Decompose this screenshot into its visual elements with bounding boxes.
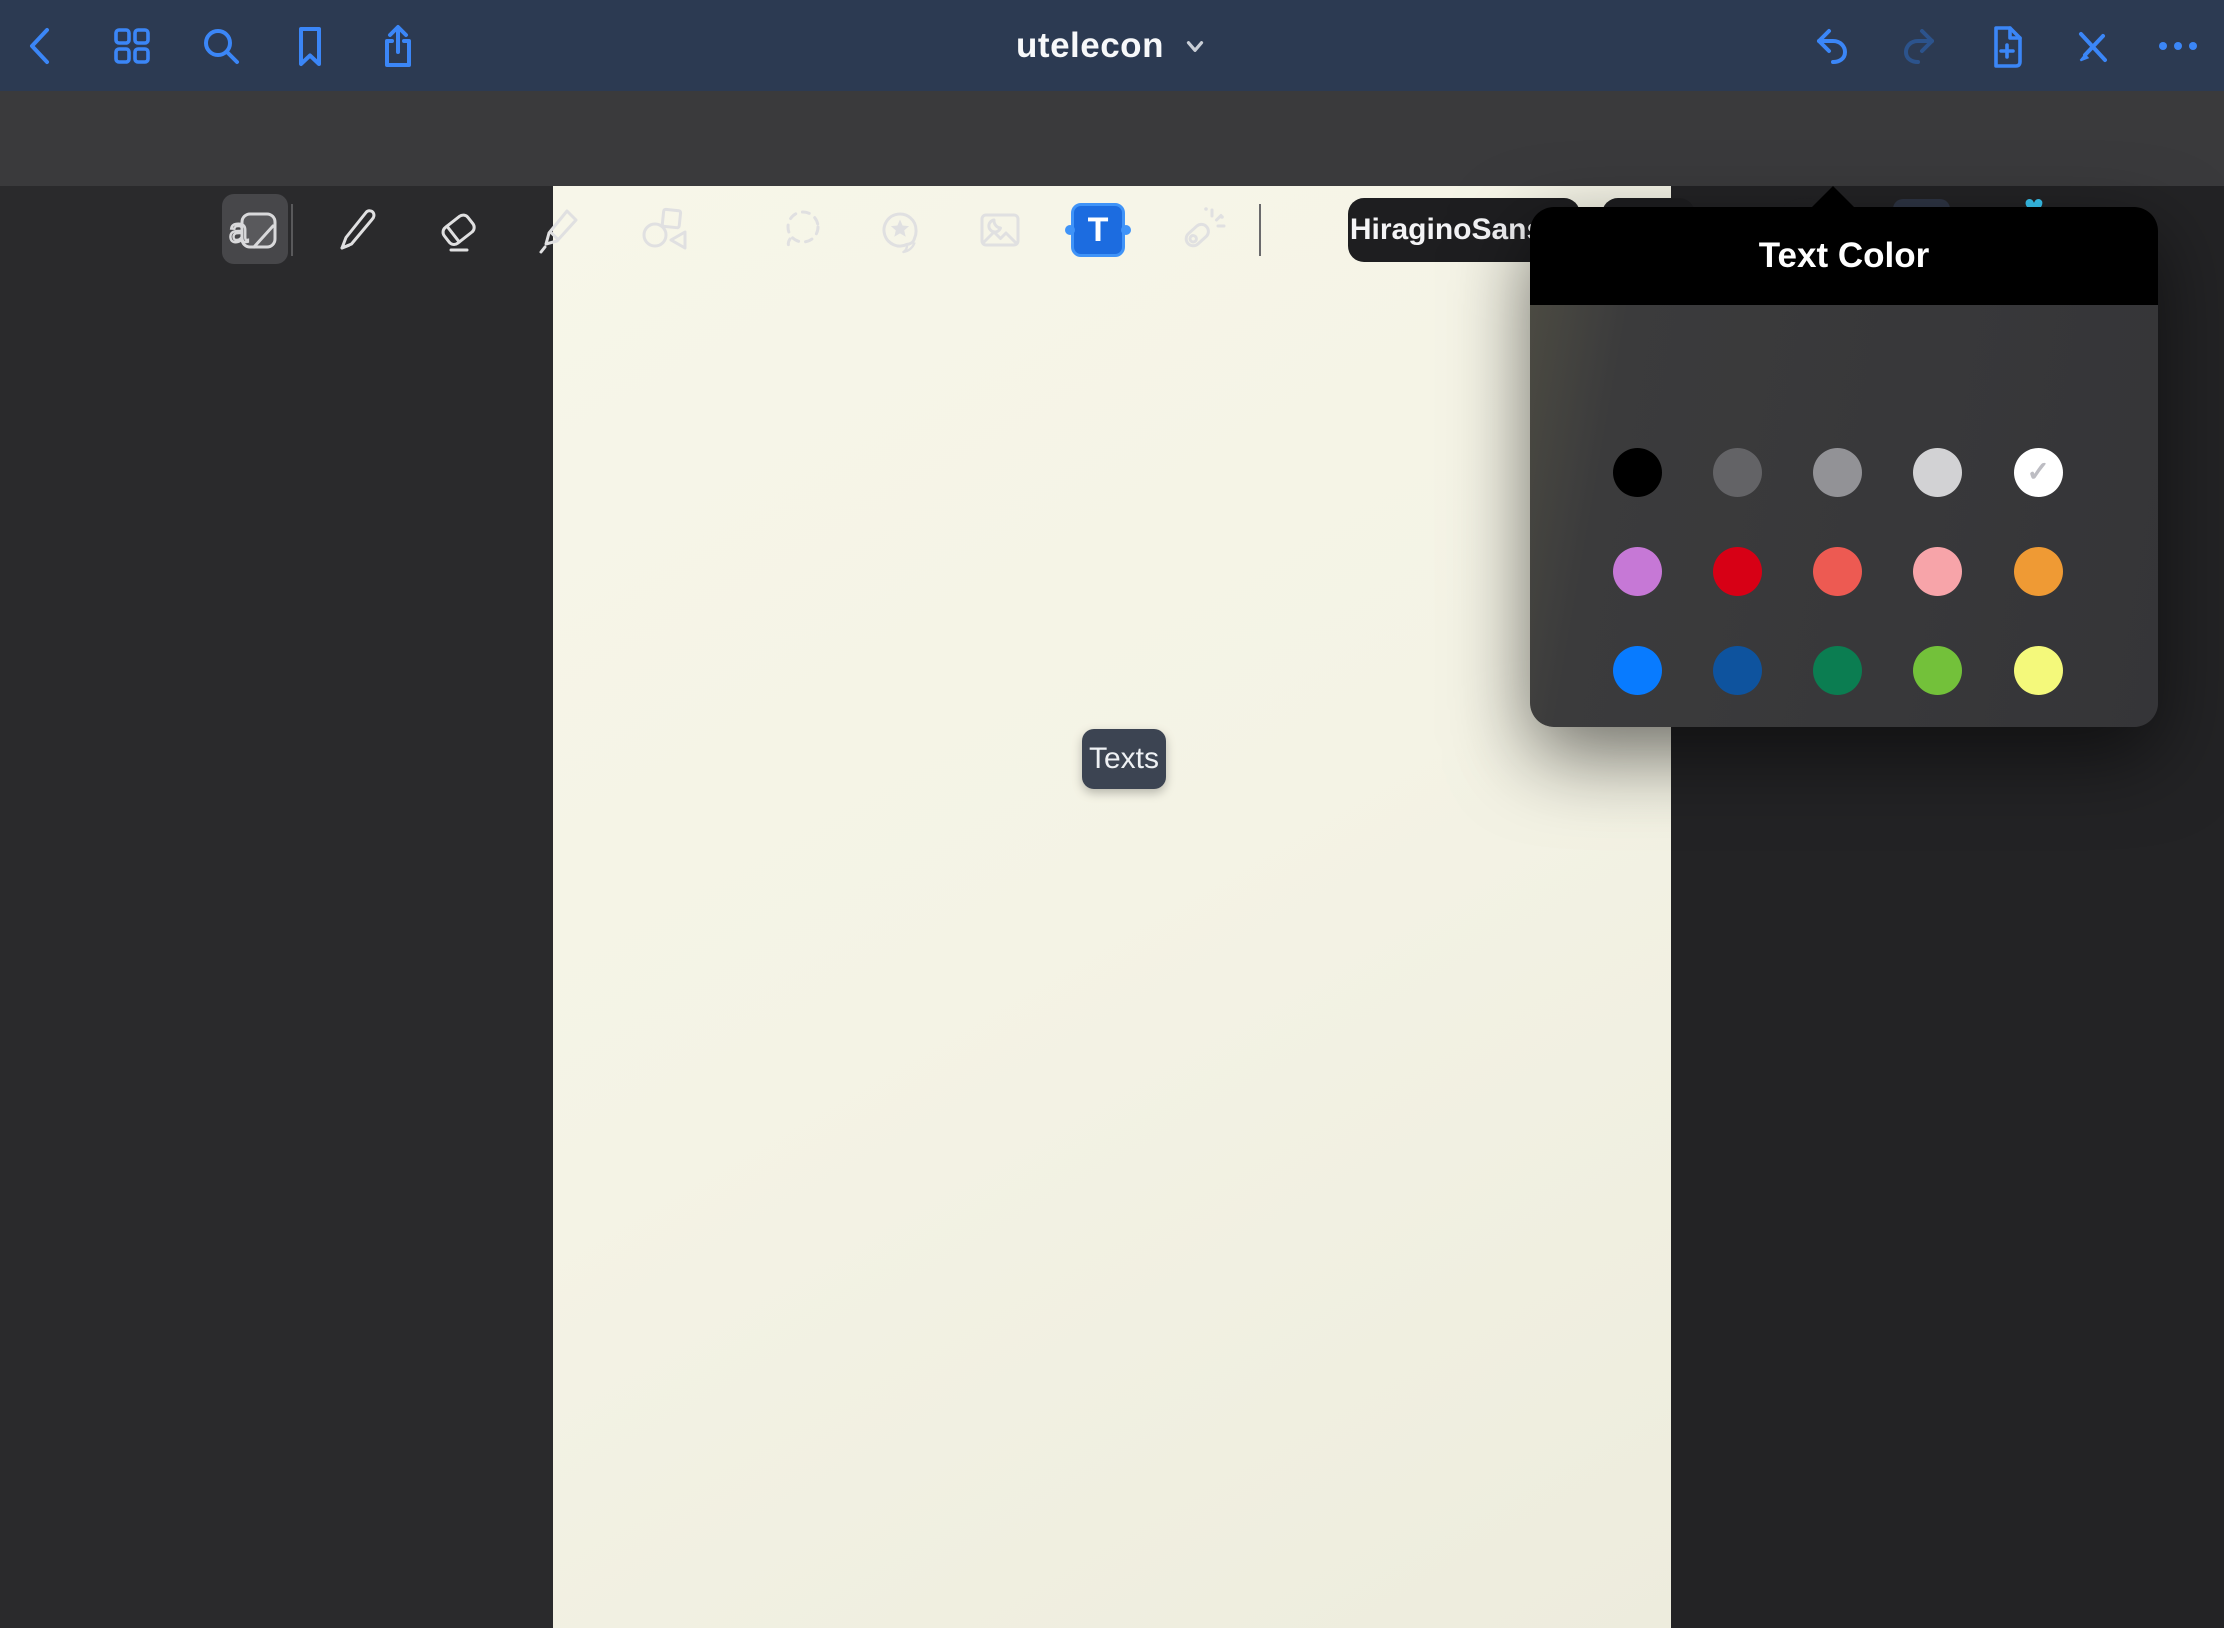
document-title: utelecon: [1016, 26, 1164, 66]
lasso-icon: [776, 203, 830, 257]
undo-button[interactable]: [1806, 22, 1854, 70]
chevron-down-icon: [1182, 33, 1208, 59]
selected-object-label: Texts: [1082, 729, 1166, 789]
highlighter-tool-button[interactable]: [533, 203, 587, 257]
goodnotes-window: utelecon: [0, 0, 2224, 1628]
highlighter-icon: [533, 203, 587, 257]
toolbar-divider: [1259, 204, 1261, 256]
canvas-background-left: [0, 186, 553, 1628]
pen-tool-button[interactable]: [328, 203, 382, 257]
popover-title: Text Color: [1759, 236, 1929, 276]
pen-icon: [328, 203, 382, 257]
color-swatch-gray[interactable]: [1813, 448, 1862, 497]
color-swatch-light-green[interactable]: [1913, 646, 1962, 695]
add-page-button[interactable]: [1981, 22, 2029, 70]
popover-arrow: [1811, 186, 1855, 208]
color-swatch-green[interactable]: [1813, 646, 1862, 695]
notebook-page[interactable]: [553, 186, 1671, 1628]
color-swatch-blue[interactable]: [1613, 646, 1662, 695]
popover-body: ✓ PresetsCustom: [1530, 305, 2158, 727]
laser-pointer-tool-button[interactable]: [1170, 203, 1224, 257]
shapes-tool-button[interactable]: [636, 203, 690, 257]
popover-header: Text Color: [1530, 207, 2158, 305]
selection-handle-left: [1065, 225, 1075, 235]
add-page-icon: [1981, 22, 2029, 70]
shapes-icon: [636, 203, 690, 257]
document-edit-mode-button[interactable]: a: [227, 203, 281, 257]
text-color-popover: Text Color ✓ PresetsCustom: [1530, 207, 2158, 727]
color-swatch-orange[interactable]: [2014, 547, 2063, 596]
color-swatch-yellow[interactable]: [2014, 646, 2063, 695]
tool-bar: a: [0, 91, 2224, 186]
image-icon: [973, 203, 1027, 257]
eraser-tool-button[interactable]: [431, 203, 485, 257]
selected-check-icon: ✓: [2026, 458, 2049, 486]
stop-editing-button[interactable]: [2068, 22, 2116, 70]
redo-icon: [1893, 22, 1941, 70]
selection-handle-right: [1121, 225, 1131, 235]
color-swatch-navy-blue[interactable]: [1713, 646, 1762, 695]
redo-button[interactable]: [1893, 22, 1941, 70]
document-title-button[interactable]: utelecon: [0, 0, 2224, 91]
toolbar-divider: [291, 204, 293, 256]
eraser-icon: [431, 203, 485, 257]
ellipsis-icon: [2154, 22, 2202, 70]
color-swatch-dark-gray[interactable]: [1713, 448, 1762, 497]
sticker-star-icon: [873, 203, 927, 257]
pen-cross-icon: [2068, 22, 2116, 70]
more-button[interactable]: [2154, 22, 2202, 70]
color-swatch-pink[interactable]: [1913, 547, 1962, 596]
stickers-tool-button[interactable]: [873, 203, 927, 257]
edit-mode-icon: a: [227, 203, 281, 257]
top-navigation-bar: utelecon: [0, 0, 2224, 91]
color-swatch-light-gray[interactable]: [1913, 448, 1962, 497]
selected-object-label-text: Texts: [1089, 742, 1159, 776]
svg-text:a: a: [229, 212, 248, 250]
color-swatch-black[interactable]: [1613, 448, 1662, 497]
text-tool-button-selected[interactable]: T: [1071, 203, 1125, 257]
text-tool-icon: T: [1088, 211, 1109, 250]
undo-icon: [1806, 22, 1854, 70]
color-swatch-orchid[interactable]: [1613, 547, 1662, 596]
image-tool-button[interactable]: [973, 203, 1027, 257]
lasso-tool-button[interactable]: [776, 203, 830, 257]
color-swatch-white[interactable]: ✓: [2014, 448, 2063, 497]
color-swatch-coral[interactable]: [1813, 547, 1862, 596]
laser-pointer-icon: [1170, 203, 1224, 257]
color-swatch-red[interactable]: [1713, 547, 1762, 596]
